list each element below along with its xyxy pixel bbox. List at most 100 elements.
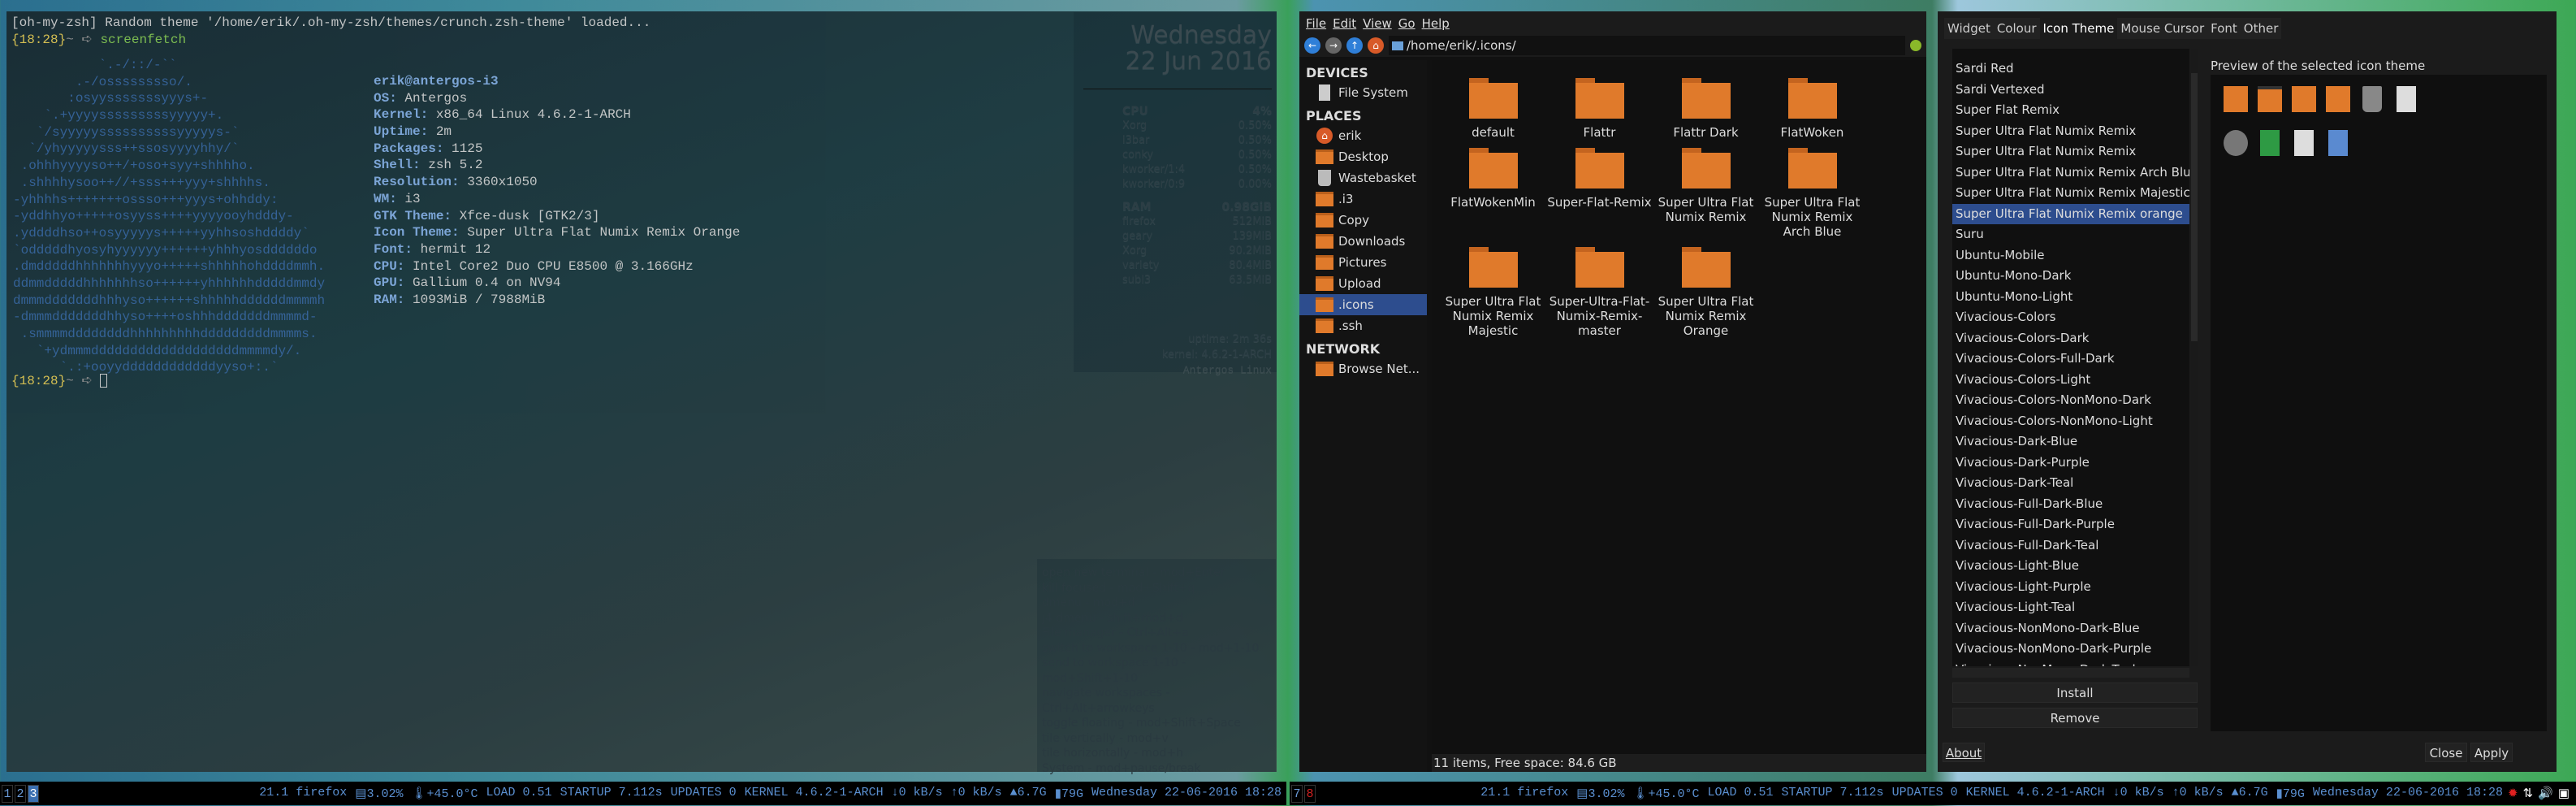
list-item[interactable]: Super Ultra Flat Numix Remix Arch Blue: [1952, 162, 2189, 184]
list-item[interactable]: Vivacious-Full-Dark-Purple: [1952, 514, 2189, 535]
install-button[interactable]: Install: [1952, 682, 2198, 703]
file-item[interactable]: FlatWokenMin: [1440, 146, 1546, 239]
status-segment: ▤3.02%: [355, 786, 403, 801]
tab-mouse-cursor[interactable]: Mouse Cursor: [2117, 18, 2207, 39]
workspace-3[interactable]: 3: [28, 785, 39, 803]
list-item[interactable]: Ubuntu-Mono-Dark: [1952, 266, 2189, 287]
tab-widget[interactable]: Widget: [1944, 18, 1994, 39]
file-item[interactable]: Super-Flat-Remix: [1546, 146, 1653, 239]
file-item-label: default: [1440, 125, 1546, 140]
sidebar-item[interactable]: .i3: [1299, 188, 1427, 210]
update-notifier-icon[interactable]: ✹: [2508, 786, 2518, 801]
back-icon[interactable]: ←: [1304, 37, 1320, 54]
list-item[interactable]: Ubuntu-Mobile: [1952, 245, 2189, 266]
tab-font[interactable]: Font: [2207, 18, 2241, 39]
file-manager-window[interactable]: File Edit View Go Help ← → ↑ ⌂ /home/erik/.i…: [1299, 11, 1926, 772]
file-item[interactable]: Super Ultra Flat Numix Remix Majestic: [1440, 245, 1546, 338]
list-item[interactable]: Sardi Vertexed: [1952, 80, 2189, 101]
list-item[interactable]: Super Ultra Flat Numix Remix orange: [1952, 204, 2189, 225]
menu-go[interactable]: Go: [1398, 16, 1416, 29]
list-item[interactable]: Vivacious-NonMono-Dark-Teal: [1952, 660, 2189, 667]
icon-theme-list[interactable]: Sardi RedSardi VertexedSuper Flat RemixS…: [1952, 49, 2189, 666]
workspace-1[interactable]: 1: [2, 785, 13, 803]
appearance-settings-window[interactable]: WidgetColourIcon ThemeMouse CursorFontOt…: [1938, 11, 2557, 772]
list-item[interactable]: Vivacious-Dark-Purple: [1952, 453, 2189, 474]
sidebar-item[interactable]: Upload: [1299, 273, 1427, 294]
folder-icon: [1316, 362, 1333, 376]
list-item[interactable]: Vivacious-NonMono-Dark-Purple: [1952, 639, 2189, 660]
tab-other[interactable]: Other: [2241, 18, 2282, 39]
reload-icon[interactable]: [1910, 40, 1921, 51]
menu-help[interactable]: Help: [1422, 16, 1450, 29]
sidebar-item[interactable]: .icons: [1299, 294, 1427, 315]
tab-colour[interactable]: Colour: [1994, 18, 2040, 39]
tray: ✹ ⇅ 🔊 ▣: [2508, 786, 2576, 801]
list-item[interactable]: Super Ultra Flat Numix Remix: [1952, 121, 2189, 142]
list-item[interactable]: Vivacious-Light-Teal: [1952, 597, 2189, 618]
file-item-label: Super-Flat-Remix: [1546, 195, 1653, 210]
list-item[interactable]: Vivacious-Light-Blue: [1952, 556, 2189, 577]
shortcut-line: File manager - Ctrl+Alt+a: [1042, 626, 1271, 641]
remove-button[interactable]: Remove: [1952, 708, 2198, 728]
list-item[interactable]: Ubuntu-Mono-Light: [1952, 287, 2189, 308]
file-item[interactable]: Super Ultra Flat Numix Remix: [1653, 146, 1759, 239]
file-item[interactable]: Super Ultra Flat Numix Remix Arch Blue: [1759, 146, 1865, 239]
list-item[interactable]: Super Ultra Flat Numix Remix: [1952, 141, 2189, 162]
sidebar-item[interactable]: Copy: [1299, 210, 1427, 231]
vertical-scrollbar[interactable]: [2191, 49, 2198, 666]
file-item[interactable]: Super Ultra Flat Numix Remix Orange: [1653, 245, 1759, 338]
location-bar[interactable]: /home/erik/.icons/: [1389, 36, 1905, 55]
list-item[interactable]: Vivacious-Colors-NonMono-Dark: [1952, 390, 2189, 411]
forward-icon[interactable]: →: [1325, 37, 1342, 54]
list-item[interactable]: Super Ultra Flat Numix Remix Majestic: [1952, 183, 2189, 204]
list-item[interactable]: Vivacious-NonMono-Dark-Blue: [1952, 618, 2189, 639]
list-item[interactable]: Vivacious-Colors-Dark: [1952, 328, 2189, 349]
menu-file[interactable]: File: [1306, 16, 1326, 29]
sidebar-item[interactable]: ⌂erik: [1299, 125, 1427, 146]
list-item[interactable]: Vivacious-Light-Purple: [1952, 577, 2189, 598]
list-item[interactable]: Super Flat Remix: [1952, 100, 2189, 121]
horizontal-scrollbar[interactable]: [1952, 668, 2189, 678]
file-item[interactable]: Super-Ultra-Flat-Numix-Remix-master: [1546, 245, 1653, 338]
workspace-7[interactable]: 7: [1291, 785, 1303, 803]
apply-button[interactable]: Apply: [2470, 743, 2513, 762]
up-icon[interactable]: ↑: [1346, 37, 1363, 54]
sidebar-item[interactable]: Desktop: [1299, 146, 1427, 167]
menu-edit[interactable]: Edit: [1333, 16, 1356, 29]
workspace-8[interactable]: 8: [1304, 785, 1316, 803]
network-icon[interactable]: ⇅: [2523, 786, 2534, 801]
list-item[interactable]: Vivacious-Full-Dark-Teal: [1952, 535, 2189, 557]
status-segment: ↑0 kB/s: [2172, 786, 2224, 801]
preview-label: Preview of the selected icon theme: [2211, 58, 2425, 73]
list-item[interactable]: Suru: [1952, 224, 2189, 245]
list-item[interactable]: Vivacious-Full-Dark-Blue: [1952, 494, 2189, 515]
list-item[interactable]: Vivacious-Colors: [1952, 307, 2189, 328]
list-item[interactable]: Sardi Red: [1952, 58, 2189, 80]
menu-view[interactable]: View: [1363, 16, 1392, 29]
sidebar-item[interactable]: File System: [1299, 82, 1427, 103]
file-view[interactable]: defaultFlattrFlattr DarkFlatWoken FlatWok…: [1432, 60, 1926, 754]
list-item[interactable]: Vivacious-Colors-NonMono-Light: [1952, 411, 2189, 432]
conky-uptime: uptime: 2m 36s: [1074, 332, 1277, 347]
sidebar-item[interactable]: Wastebasket: [1299, 167, 1427, 188]
file-item[interactable]: Flattr: [1546, 76, 1653, 140]
sidebar-item[interactable]: Downloads: [1299, 231, 1427, 252]
file-item[interactable]: default: [1440, 76, 1546, 140]
screenshot-icon[interactable]: ▣: [2558, 786, 2570, 801]
sidebar-item[interactable]: Browse Net...: [1299, 358, 1427, 379]
sidebar-item[interactable]: .ssh: [1299, 315, 1427, 336]
list-item[interactable]: Vivacious-Dark-Teal: [1952, 473, 2189, 494]
close-button[interactable]: Close: [2425, 743, 2467, 762]
list-item[interactable]: Vivacious-Dark-Blue: [1952, 431, 2189, 453]
sidebar-item[interactable]: Pictures: [1299, 252, 1427, 273]
tab-icon-theme[interactable]: Icon Theme: [2040, 18, 2118, 39]
about-button[interactable]: About: [1943, 743, 1985, 762]
volume-icon[interactable]: 🔊: [2538, 786, 2553, 801]
list-item[interactable]: Vivacious-Colors-Full-Dark: [1952, 349, 2189, 370]
file-item[interactable]: Flattr Dark: [1653, 76, 1759, 140]
workspace-2[interactable]: 2: [15, 785, 26, 803]
prompt-line-2[interactable]: {18:28}~ ➪: [11, 373, 107, 390]
home-icon[interactable]: ⌂: [1368, 37, 1384, 54]
list-item[interactable]: Vivacious-Colors-Light: [1952, 370, 2189, 391]
file-item[interactable]: FlatWoken: [1759, 76, 1865, 140]
